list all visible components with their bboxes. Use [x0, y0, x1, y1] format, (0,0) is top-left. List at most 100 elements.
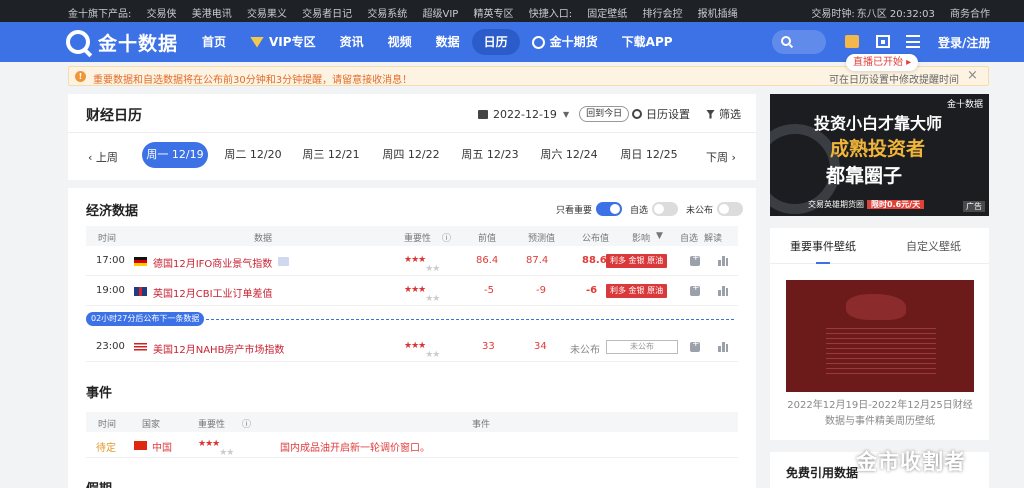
- back-to-today-button[interactable]: 回到今日: [579, 106, 630, 122]
- clock-value: 东八区 20:32:03: [856, 9, 935, 20]
- day-tab-thu[interactable]: 周四 12/22: [378, 142, 444, 168]
- prev-week-button[interactable]: ‹ 上周: [88, 149, 118, 165]
- row-time: 19:00: [96, 285, 125, 296]
- wallpaper-thumbnail[interactable]: [786, 280, 974, 392]
- login-button[interactable]: 登录/注册: [938, 34, 990, 51]
- tab-important-wallpaper[interactable]: 重要事件壁纸: [790, 238, 856, 264]
- event-text[interactable]: 国内成品油开启新一轮调价窗口。: [280, 439, 430, 454]
- day-tab-mon[interactable]: 周一 12/19: [142, 142, 208, 168]
- close-icon[interactable]: ×: [967, 68, 978, 83]
- product-link[interactable]: 交易者日记: [302, 9, 352, 20]
- impact-pending-box: 未公布: [606, 340, 678, 354]
- nav-label: 首页: [202, 35, 227, 49]
- event-row[interactable]: 待定 中国 ★★★ ★★ 国内成品油开启新一轮调价窗口。: [86, 432, 738, 458]
- add-watch-icon[interactable]: [690, 253, 700, 266]
- bar-chart-icon[interactable]: [718, 286, 728, 296]
- wallpaper-caption: 2022年12月19日-2022年12月25日财经数据与事件精美周历壁纸: [787, 400, 973, 427]
- products-label: 金十旗下产品:: [68, 9, 132, 20]
- detail-icon[interactable]: [278, 257, 289, 266]
- product-link[interactable]: 美港电讯: [192, 9, 232, 20]
- unpublished-toggle[interactable]: [717, 202, 744, 216]
- product-link[interactable]: 超级VIP: [423, 9, 459, 20]
- divider: [68, 132, 756, 133]
- nav-label: 数据: [435, 35, 460, 49]
- impact-badge: 利多 金银 原油: [606, 254, 668, 268]
- table-row[interactable]: 19:00 英国12月CBI工业订单差值 ★★★ ★★ -5 -9 -6 利多 金…: [86, 276, 738, 306]
- gift-icon[interactable]: [845, 35, 859, 48]
- nav-item-video[interactable]: 视频: [376, 29, 424, 55]
- nav-item-calendar[interactable]: 日历: [471, 29, 520, 55]
- ad-banner[interactable]: 金十数据 投资小白才靠大师 成熟投资者 都靠圈子 交易英雄期货圈 限时0.6元/天…: [770, 94, 989, 216]
- day-tab-wed[interactable]: 周三 12/21: [298, 142, 364, 168]
- product-link[interactable]: 交易系统: [367, 9, 407, 20]
- col-prev: 前值: [478, 234, 497, 244]
- watchlist-toggle[interactable]: [652, 202, 679, 216]
- bar-chart-icon[interactable]: [718, 256, 728, 266]
- indicator-name[interactable]: 美国12月NAHB房产市场指数: [153, 341, 284, 356]
- settings-label: 日历设置: [646, 108, 690, 121]
- tab-custom-wallpaper[interactable]: 自定义壁纸: [906, 238, 961, 254]
- live-started-tip[interactable]: 直播已开始 ▸: [846, 54, 919, 71]
- next-label: 下周: [706, 151, 728, 164]
- add-watch-icon[interactable]: [690, 339, 700, 352]
- table-row[interactable]: 23:00 美国12月NAHB房产市场指数 ★★★ ★★ 33 34 未公布 未公…: [86, 332, 738, 362]
- nav-item-news[interactable]: 资讯: [328, 29, 376, 55]
- nav-item-home[interactable]: 首页: [190, 29, 238, 55]
- filter-button[interactable]: 筛选: [706, 106, 741, 122]
- week-selector: ‹ 上周 周一 12/19 周二 12/20 周三 12/21 周四 12/22…: [68, 142, 756, 168]
- prev-value: 33: [482, 341, 495, 352]
- col-actual: 公布值: [582, 234, 610, 244]
- nav-items: 首页 VIP专区 资讯 视频 数据 日历 金十期货 下载APP: [190, 22, 685, 62]
- notice-settings-link[interactable]: 可在日历设置中修改提醒时间: [829, 71, 959, 86]
- day-tab-tue[interactable]: 周二 12/20: [220, 142, 286, 168]
- important-only-toggle[interactable]: [596, 202, 623, 216]
- logo-icon: [66, 30, 90, 54]
- clock-label: 交易时钟:: [811, 9, 855, 20]
- search-button[interactable]: [772, 30, 826, 54]
- next-week-button[interactable]: 下周 ›: [706, 149, 736, 165]
- us-flag-icon: [134, 343, 147, 352]
- menu-list-icon[interactable]: [906, 35, 920, 48]
- product-link[interactable]: 交易果义: [247, 9, 287, 20]
- date-picker[interactable]: 2022-12-19 ▼ 回到今日: [478, 106, 630, 122]
- add-watch-icon[interactable]: [690, 283, 700, 296]
- filter-icon: [706, 109, 715, 119]
- nav-item-data[interactable]: 数据: [424, 29, 472, 55]
- nav-item-vip[interactable]: VIP专区: [238, 29, 328, 55]
- day-tab-fri[interactable]: 周五 12/23: [457, 142, 523, 168]
- nav-item-download[interactable]: 下载APP: [610, 29, 685, 55]
- diamond-icon: [250, 36, 265, 48]
- site-logo[interactable]: 金十数据: [66, 28, 178, 56]
- empty-star-icon: ★★: [219, 448, 234, 458]
- bar-chart-icon[interactable]: [718, 342, 728, 352]
- quick-link[interactable]: 报机插绳: [698, 9, 738, 20]
- quick-label: 快捷入口:: [528, 9, 573, 20]
- china-flag-icon: [134, 441, 147, 450]
- calendar-settings-button[interactable]: 日历设置: [632, 106, 690, 122]
- col-time: 时间: [98, 420, 117, 430]
- col-importance: 重要性: [404, 234, 432, 244]
- gear-icon: [632, 109, 642, 119]
- uk-flag-icon: [134, 287, 147, 296]
- quick-link[interactable]: 固定壁纸: [587, 9, 627, 20]
- quick-link[interactable]: 排行会控: [642, 9, 682, 20]
- indicator-name[interactable]: 英国12月CBI工业订单差值: [153, 285, 273, 300]
- table-row[interactable]: 17:00 德国12月IFO商业景气指数 ★★★ ★★ 86.4 87.4 88.…: [86, 246, 738, 276]
- col-country: 国家: [142, 420, 161, 430]
- nav-label: VIP专区: [269, 35, 316, 49]
- info-icon: ⓘ: [442, 234, 452, 244]
- product-links: 金十旗下产品: 交易侠 美港电讯 交易果义 交易者日记 交易系统 超级VIP 精…: [68, 5, 750, 20]
- wallpaper-text-lines: [826, 328, 936, 378]
- col-impact[interactable]: 影响: [632, 231, 650, 244]
- nav-item-futures[interactable]: 金十期货: [520, 29, 610, 55]
- day-tab-sat[interactable]: 周六 12/24: [536, 142, 602, 168]
- qr-code-icon[interactable]: [876, 35, 890, 48]
- col-watch: 自选: [680, 234, 699, 244]
- day-tab-sun[interactable]: 周日 12/25: [616, 142, 682, 168]
- product-link[interactable]: 精英专区: [474, 9, 514, 20]
- business-link[interactable]: 商务合作: [950, 9, 990, 20]
- indicator-name[interactable]: 德国12月IFO商业景气指数: [153, 255, 272, 270]
- event-time: 待定: [96, 443, 116, 454]
- col-analysis: 解读: [704, 234, 723, 244]
- product-link[interactable]: 交易侠: [147, 9, 177, 20]
